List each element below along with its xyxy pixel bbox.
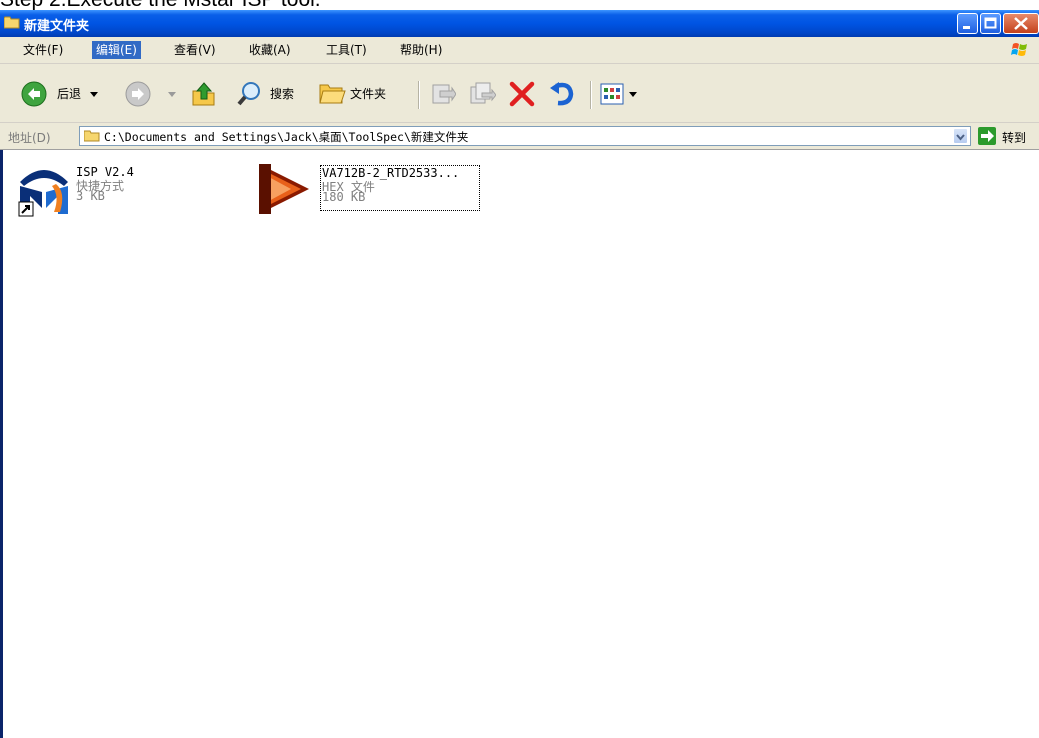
back-dropdown-arrow-icon[interactable] — [90, 92, 98, 98]
menu-bar: 文件(F) 编辑(E) 查看(V) 收藏(A) 工具(T) 帮助(H) — [0, 37, 1039, 64]
file-list-view[interactable]: ISP V2.4 快捷方式 3 KB VA712B-2_RTD2533... H… — [0, 150, 1039, 738]
views-dropdown-arrow-icon[interactable] — [629, 92, 637, 98]
explorer-window: 新建文件夹 文件(F) 编辑(E) 查看(V) 收藏(A) 工具(T) 帮助(H… — [0, 0, 1039, 738]
move-to-icon[interactable] — [430, 81, 456, 107]
window-title: 新建文件夹 — [24, 19, 90, 34]
undo-icon[interactable] — [548, 80, 576, 108]
toolbar-separator — [418, 81, 420, 109]
address-dropdown-button[interactable] — [953, 128, 968, 144]
search-button-label[interactable]: 搜索 — [270, 85, 294, 102]
windows-logo-icon — [1011, 43, 1027, 56]
file-item[interactable]: VA712B-2_RTD2533... HEX 文件 180 KB — [255, 162, 485, 222]
up-folder-icon[interactable] — [190, 80, 218, 108]
folders-button-label[interactable]: 文件夹 — [350, 85, 386, 102]
title-bar[interactable]: 新建文件夹 — [0, 10, 1039, 37]
file-item[interactable]: ISP V2.4 快捷方式 3 KB — [18, 162, 218, 222]
menu-edit[interactable]: 编辑(E) — [92, 41, 141, 59]
forward-arrow-icon[interactable] — [125, 81, 151, 107]
folder-icon — [84, 130, 100, 142]
maximize-button[interactable] — [980, 13, 1001, 34]
menu-view[interactable]: 查看(V) — [170, 41, 220, 59]
close-button[interactable] — [1003, 13, 1039, 34]
chevron-down-icon — [956, 134, 965, 141]
search-icon[interactable] — [236, 80, 264, 108]
menu-help[interactable]: 帮助(H) — [396, 41, 446, 59]
address-path: C:\Documents and Settings\Jack\桌面\ToolSp… — [104, 130, 469, 144]
file-size: 3 KB — [76, 189, 105, 203]
go-arrow-icon — [981, 130, 994, 142]
folders-icon[interactable] — [318, 81, 346, 105]
views-icon[interactable] — [600, 82, 626, 106]
mstar-isp-shortcut-icon — [18, 170, 68, 217]
menu-file[interactable]: 文件(F) — [19, 41, 67, 59]
file-size: 180 KB — [322, 190, 366, 204]
menu-tools[interactable]: 工具(T) — [322, 41, 371, 59]
toolbar-separator — [590, 81, 592, 109]
minimize-button[interactable] — [957, 13, 978, 34]
standard-toolbar: 后退 搜索 文件夹 — [0, 64, 1039, 123]
folder-icon — [4, 16, 20, 29]
forward-dropdown-arrow-icon[interactable] — [168, 92, 176, 98]
go-button-label[interactable]: 转到 — [1002, 129, 1026, 146]
back-arrow-icon[interactable] — [21, 81, 47, 107]
back-button-label[interactable]: 后退 — [57, 85, 81, 102]
delete-icon[interactable] — [508, 80, 536, 108]
copy-to-icon[interactable] — [468, 81, 496, 107]
go-button[interactable] — [978, 127, 996, 145]
hex-file-icon — [259, 164, 309, 214]
address-label: 地址(D) — [8, 131, 51, 145]
address-bar: 地址(D) C:\Documents and Settings\Jack\桌面\… — [0, 123, 1039, 150]
address-input[interactable]: C:\Documents and Settings\Jack\桌面\ToolSp… — [79, 126, 971, 146]
menu-favorites[interactable]: 收藏(A) — [245, 41, 295, 59]
